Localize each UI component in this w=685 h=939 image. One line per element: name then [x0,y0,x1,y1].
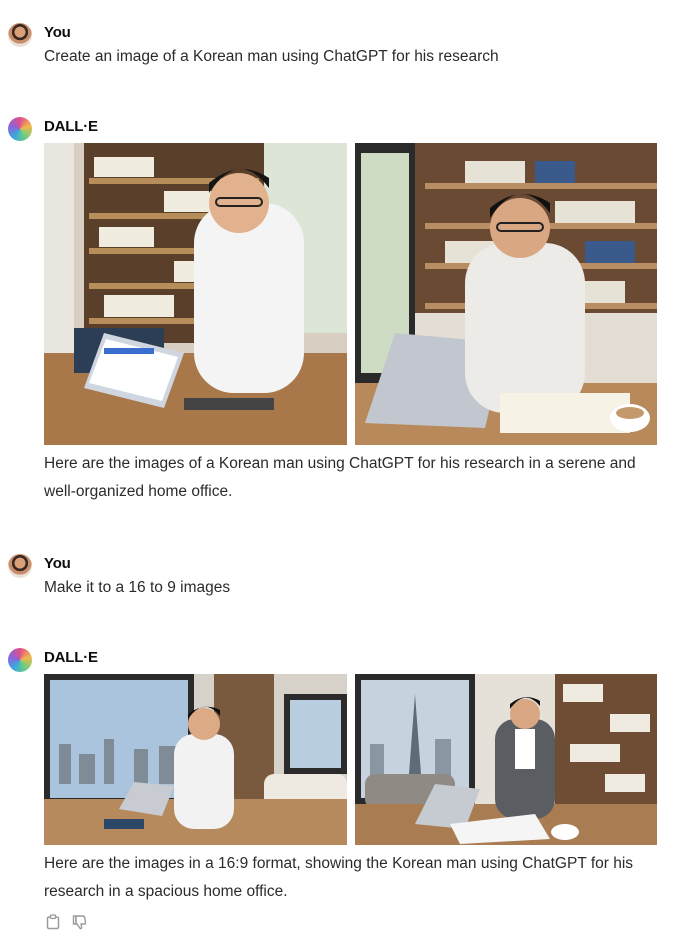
message-text: Make it to a 16 to 9 images [44,579,231,596]
message-text: Here are the images in a 16:9 format, sh… [44,855,634,900]
user-avatar [8,23,32,47]
message-text: Here are the images of a Korean man usin… [44,455,636,500]
author-name: You [44,24,71,41]
generated-image[interactable] [44,143,347,445]
message-text: Create an image of a Korean man using Ch… [44,48,499,65]
dalle-avatar [8,648,32,672]
generated-image[interactable] [355,143,657,445]
message-actions [44,913,88,933]
user-avatar [8,554,32,578]
generated-image[interactable] [44,674,347,845]
author-name: DALL·E [44,118,98,135]
author-name: DALL·E [44,649,98,666]
dalle-avatar [8,117,32,141]
author-name: You [44,555,71,572]
thumbs-down-icon[interactable] [70,913,88,931]
generated-image[interactable] [355,674,657,845]
clipboard-icon[interactable] [44,913,62,931]
